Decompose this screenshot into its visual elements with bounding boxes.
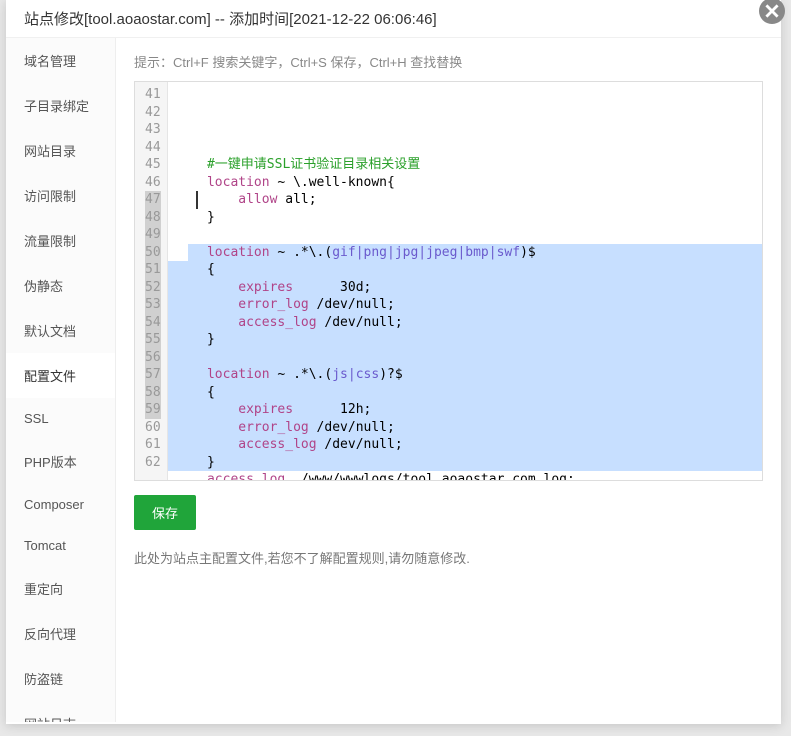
sidebar-item-7[interactable]: 配置文件 — [6, 353, 115, 398]
gutter-line: 52 — [145, 279, 161, 297]
sidebar-item-9[interactable]: PHP版本 — [6, 439, 115, 484]
gutter-line: 54 — [145, 314, 161, 332]
code-line[interactable]: expires 30d; — [168, 279, 762, 297]
code-line[interactable]: { — [168, 384, 762, 402]
code-line[interactable]: access_log /dev/null; — [168, 436, 762, 454]
code-line[interactable]: location ~ \.well-known{ — [168, 174, 762, 192]
modal-title: 站点修改[tool.aoaostar.com] -- 添加时间[2021-12-… — [6, 0, 781, 38]
gutter-line: 57 — [145, 366, 161, 384]
sidebar-item-14[interactable]: 防盗链 — [6, 656, 115, 701]
site-edit-modal: 站点修改[tool.aoaostar.com] -- 添加时间[2021-12-… — [6, 0, 781, 724]
gutter-line: 46 — [145, 174, 161, 192]
gutter-line: 53 — [145, 296, 161, 314]
gutter-line: 48 — [145, 209, 161, 227]
code-line[interactable]: } — [168, 331, 762, 349]
sidebar-item-11[interactable]: Tomcat — [6, 525, 115, 566]
sidebar-item-12[interactable]: 重定向 — [6, 566, 115, 611]
code-line[interactable]: error_log /dev/null; — [168, 296, 762, 314]
text-cursor — [196, 191, 198, 209]
code-line[interactable]: expires 12h; — [168, 401, 762, 419]
code-line[interactable]: location ~ .*\.(gif|png|jpg|jpeg|bmp|swf… — [168, 244, 762, 262]
close-icon — [765, 4, 779, 18]
gutter-line: 41 — [145, 86, 161, 104]
code-line[interactable]: allow all; — [168, 191, 762, 209]
warning-text: 此处为站点主配置文件,若您不了解配置规则,请勿随意修改. — [134, 548, 763, 567]
save-button[interactable]: 保存 — [134, 495, 196, 530]
sidebar-item-2[interactable]: 网站目录 — [6, 128, 115, 173]
gutter-line: 49 — [145, 226, 161, 244]
sidebar-item-3[interactable]: 访问限制 — [6, 173, 115, 218]
gutter-line: 59 — [145, 401, 161, 419]
line-gutter: 4142434445464748495051525354555657585960… — [135, 82, 168, 480]
gutter-line: 50 — [145, 244, 161, 262]
code-line[interactable] — [168, 226, 762, 244]
code-line[interactable]: #一键申请SSL证书验证目录相关设置 — [168, 156, 762, 174]
code-line[interactable]: } — [168, 454, 762, 472]
gutter-line: 51 — [145, 261, 161, 279]
gutter-line: 43 — [145, 121, 161, 139]
code-line[interactable]: } — [168, 209, 762, 227]
code-line[interactable]: { — [168, 261, 762, 279]
sidebar-item-5[interactable]: 伪静态 — [6, 263, 115, 308]
gutter-line: 61 — [145, 436, 161, 454]
sidebar-item-15[interactable]: 网站日志 — [6, 701, 115, 722]
close-button[interactable] — [759, 0, 785, 24]
sidebar-item-6[interactable]: 默认文档 — [6, 308, 115, 353]
code-line[interactable] — [168, 349, 762, 367]
code-line[interactable]: location ~ .*\.(js|css)?$ — [168, 366, 762, 384]
sidebar-item-4[interactable]: 流量限制 — [6, 218, 115, 263]
gutter-line: 60 — [145, 419, 161, 437]
code-line[interactable]: access_log /dev/null; — [168, 314, 762, 332]
gutter-line: 58 — [145, 384, 161, 402]
code-area[interactable]: #一键申请SSL证书验证目录相关设置 location ~ \.well-kno… — [168, 82, 762, 480]
code-line[interactable] — [168, 139, 762, 157]
gutter-line: 47 — [145, 191, 161, 209]
sidebar: 域名管理子目录绑定网站目录访问限制流量限制伪静态默认文档配置文件SSLPHP版本… — [6, 38, 116, 722]
modal-body: 域名管理子目录绑定网站目录访问限制流量限制伪静态默认文档配置文件SSLPHP版本… — [6, 38, 781, 722]
gutter-line: 42 — [145, 104, 161, 122]
gutter-line: 55 — [145, 331, 161, 349]
main-panel: 提示：Ctrl+F 搜索关键字，Ctrl+S 保存，Ctrl+H 查找替换 41… — [116, 38, 781, 722]
code-editor[interactable]: 4142434445464748495051525354555657585960… — [134, 81, 763, 481]
gutter-line: 45 — [145, 156, 161, 174]
sidebar-item-13[interactable]: 反向代理 — [6, 611, 115, 656]
code-line[interactable]: error_log /dev/null; — [168, 419, 762, 437]
gutter-line: 44 — [145, 139, 161, 157]
sidebar-item-0[interactable]: 域名管理 — [6, 38, 115, 83]
sidebar-item-8[interactable]: SSL — [6, 398, 115, 439]
code-line[interactable]: access_log /www/wwwlogs/tool.aoaostar.co… — [168, 471, 762, 480]
gutter-line: 56 — [145, 349, 161, 367]
gutter-line: 62 — [145, 454, 161, 472]
sidebar-item-1[interactable]: 子目录绑定 — [6, 83, 115, 128]
sidebar-item-10[interactable]: Composer — [6, 484, 115, 525]
editor-hint: 提示：Ctrl+F 搜索关键字，Ctrl+S 保存，Ctrl+H 查找替换 — [134, 52, 763, 71]
